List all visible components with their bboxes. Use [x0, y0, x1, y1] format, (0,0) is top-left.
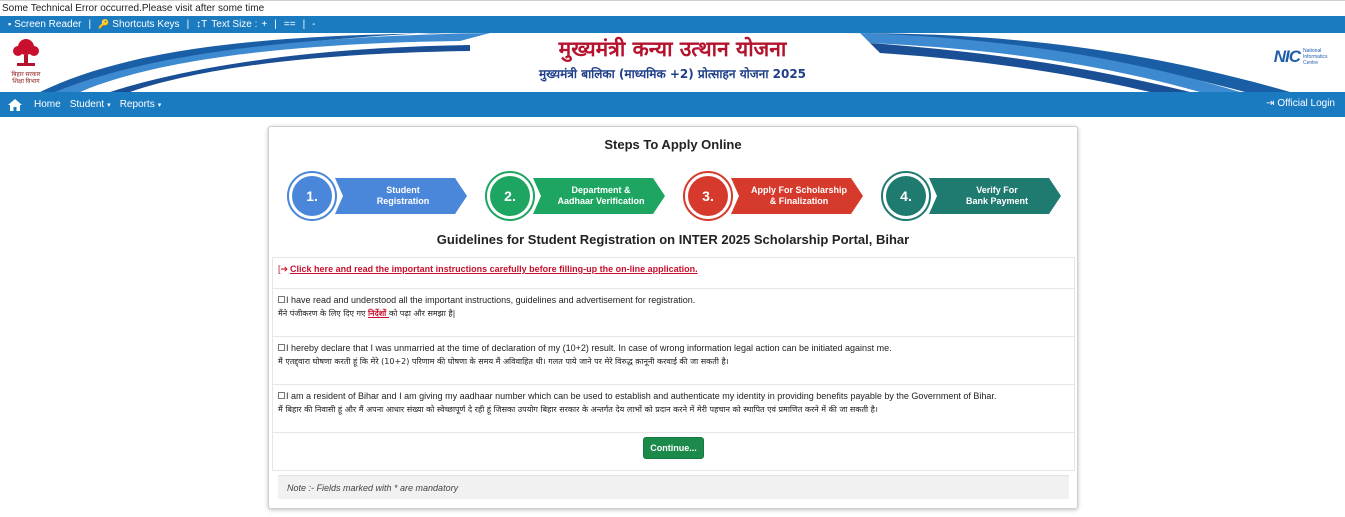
- declaration-row: I hereby declare that I was unmarried at…: [273, 337, 1074, 385]
- sign-in-icon: ⇥: [1265, 98, 1275, 109]
- declaration-text-hi: मैं बिहार की निवासी हूं और मैं अपना आधार…: [278, 405, 878, 414]
- text-size-icon: ↕T: [196, 19, 208, 30]
- step-label: Bank Payment: [966, 196, 1028, 206]
- text-size-normal[interactable]: ==: [284, 19, 296, 30]
- step-label: & Finalization: [770, 196, 829, 206]
- nav-student-dropdown[interactable]: Student ▾: [70, 99, 111, 110]
- step-2: 2. Department &Aadhaar Verification: [485, 171, 665, 221]
- text-size-increase[interactable]: +: [261, 19, 267, 30]
- text-size-decrease[interactable]: -: [312, 19, 315, 30]
- external-link-icon: [➔: [278, 264, 289, 274]
- scheme-title: मुख्यमंत्री कन्या उत्थान योजना: [558, 37, 787, 61]
- caret-down-icon: ▾: [157, 101, 162, 109]
- nav-reports-dropdown[interactable]: Reports ▾: [120, 99, 162, 110]
- declaration-text-hi: को पढ़ा और समझा है|: [389, 309, 456, 318]
- nic-logo: NIC National Informatics Centre: [1274, 47, 1333, 67]
- step-number: 3.: [702, 188, 714, 204]
- declaration-text-en: I am a resident of Bihar and I am giving…: [286, 391, 997, 401]
- nav-home[interactable]: Home: [34, 99, 61, 110]
- declaration-checkbox[interactable]: [278, 296, 285, 303]
- nic-logo-text: National Informatics Centre: [1303, 48, 1328, 66]
- accessibility-bar: ▪ Screen Reader | 🔑 Shortcuts Keys | ↕T Te…: [0, 16, 1345, 33]
- step-number: 1.: [306, 188, 318, 204]
- caret-down-icon: ▾: [107, 101, 111, 109]
- step-label: Apply For Scholarship: [751, 185, 848, 195]
- step-4: 4. Verify ForBank Payment: [881, 171, 1061, 221]
- guidelines-title: Guidelines for Student Registration on I…: [436, 232, 910, 247]
- screen-reader-link[interactable]: ▪ Screen Reader: [8, 19, 81, 30]
- step-label: Department &: [571, 185, 631, 195]
- shortcuts-link[interactable]: 🔑 Shortcuts Keys: [98, 19, 179, 30]
- scheme-subtitle: मुख्यमंत्री बालिका (माध्यमिक +2) प्रोत्स…: [538, 67, 807, 81]
- declaration-text-hi: मैंने पंजीकरण के लिए दिए गए: [278, 309, 368, 318]
- main-card: Steps To Apply Online 1. Student Registrat…: [268, 126, 1078, 509]
- home-icon[interactable]: [8, 98, 22, 111]
- step-label: Student: [386, 185, 420, 195]
- declaration-text-en: I have read and understood all the impor…: [286, 295, 696, 305]
- monitor-icon: ▪: [8, 19, 12, 29]
- declaration-checkbox[interactable]: [278, 344, 285, 351]
- declaration-row: I have read and understood all the impor…: [273, 289, 1074, 337]
- continue-button[interactable]: Continue...: [643, 437, 704, 459]
- step-3: 3. Apply For Scholarship& Finalization: [683, 171, 863, 221]
- nic-logo-mark: NIC: [1273, 47, 1301, 66]
- error-message: Some Technical Error occurred.Please vis…: [0, 0, 1345, 16]
- steps-title: Steps To Apply Online: [604, 137, 742, 152]
- key-icon: 🔑: [98, 19, 110, 29]
- step-label: Aadhaar Verification: [557, 196, 644, 206]
- step-number: 2.: [504, 188, 516, 204]
- step-label: Verify For: [976, 185, 1018, 195]
- steps-diagram: 1. StudentRegistration 2. Department &Aadha…: [287, 171, 1061, 221]
- step-1: 1. StudentRegistration: [287, 171, 467, 221]
- header-banner: बिहार सरकार शिक्षा विभाग मुख्यमंत्री कन्…: [0, 33, 1345, 92]
- instructions-link[interactable]: Click here and read the important instru…: [290, 264, 698, 274]
- declaration-text-en: I hereby declare that I was unmarried at…: [286, 343, 892, 353]
- declaration-text-hi: मैं एतद्द्वारा घोषणा करती हूं कि मेरे (1…: [278, 357, 729, 366]
- official-login-link[interactable]: ⇥ Official Login: [1266, 98, 1335, 109]
- declaration-checkbox[interactable]: [278, 392, 285, 399]
- step-number: 4.: [900, 188, 912, 204]
- declaration-row: I am a resident of Bihar and I am giving…: [273, 385, 1074, 433]
- text-size-label: Text Size :: [211, 19, 258, 30]
- instructions-row: [➔ Click here and read the important inst…: [273, 258, 1074, 289]
- mandatory-note: Note :- Fields marked with * are mandato…: [278, 475, 1069, 499]
- instructions-hindi-link[interactable]: निर्देशों: [368, 309, 389, 318]
- main-navbar: Home Student ▾ Reports ▾ ⇥ Official Login: [0, 92, 1345, 117]
- step-label: Registration: [377, 196, 430, 206]
